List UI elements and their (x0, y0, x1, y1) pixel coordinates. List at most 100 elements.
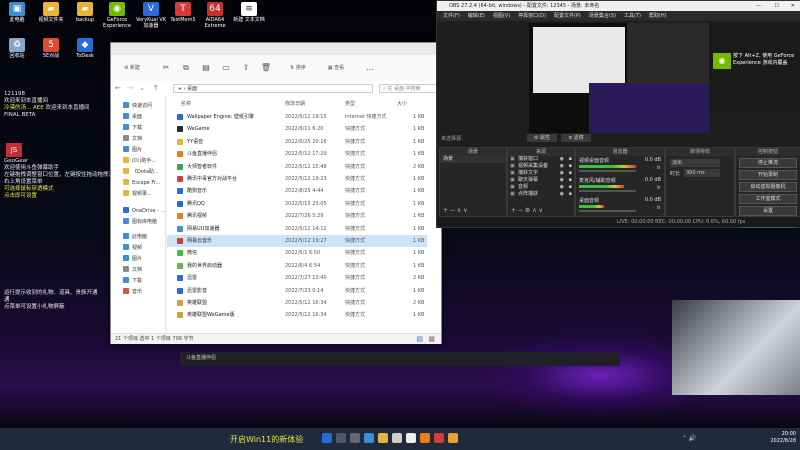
eye-icon[interactable]: ◉ (560, 156, 564, 163)
column-header-date[interactable]: 修改日期 (285, 99, 305, 109)
delete-icon[interactable]: 🗑 (257, 62, 275, 74)
up-icon[interactable]: ∧ (457, 207, 461, 214)
nav-item[interactable]: Escape Fr... (111, 178, 165, 189)
source-item[interactable]: ▣ 聊天弹幕 ◉ ▪ (508, 177, 574, 184)
nav-item[interactable]: 视频录... (111, 189, 165, 200)
nav-item[interactable]: 图标库电脑 (111, 217, 165, 228)
desktop-icon[interactable]: ▰ backup (68, 2, 102, 23)
store-icon[interactable] (392, 433, 402, 443)
down-icon[interactable]: ∨ (463, 207, 467, 214)
task-view-icon[interactable] (350, 433, 360, 443)
more-icon[interactable]: … (361, 62, 379, 74)
desktop-icon[interactable]: T TestMem5 (166, 2, 200, 23)
lock-icon[interactable]: ▪ (569, 177, 572, 184)
paste-icon[interactable]: ▤ (197, 62, 215, 74)
back-arrow-icon[interactable]: ← (115, 84, 121, 92)
desktop-icon[interactable]: V VeryKuai VK加速器 (134, 2, 168, 29)
sort-button[interactable]: ⇅ 排序 (283, 62, 313, 74)
rename-icon[interactable]: ▭ (217, 62, 235, 74)
file-row[interactable]: WeGame 2022/6/11 6:20 快捷方式 1 KB (167, 123, 427, 135)
desktop-icon[interactable]: 64 AIDA64 Extreme (198, 2, 232, 29)
search-input[interactable]: ⌕ 在 桌面 中搜索 (379, 84, 437, 93)
cut-icon[interactable]: ✂ (157, 62, 175, 74)
file-row[interactable]: 网易云音乐 2022/5/12 19:27 快捷方式 1 KB (167, 235, 427, 247)
plus-icon[interactable]: + (511, 207, 516, 214)
lock-icon[interactable]: ▪ (569, 170, 572, 177)
share-icon[interactable]: ⇪ (237, 62, 255, 74)
volume-slider[interactable] (579, 210, 637, 212)
up-icon[interactable]: ∧ (532, 207, 536, 214)
minus-icon[interactable]: − (518, 207, 523, 214)
copy-icon[interactable]: ⧉ (177, 62, 195, 74)
volume-slider[interactable] (579, 190, 637, 192)
obs-icon[interactable] (406, 433, 416, 443)
duration-input[interactable]: 300 ms (684, 169, 720, 177)
obs-menu-item[interactable]: 配置文件(P) (554, 13, 581, 19)
gear-icon[interactable]: ⚙ (657, 185, 661, 191)
lock-icon[interactable]: ▪ (569, 156, 572, 163)
gear-icon[interactable]: ⚙ (657, 205, 661, 211)
filters-button[interactable]: ⧖ 滤镜 (561, 134, 591, 142)
lock-icon[interactable]: ▪ (569, 163, 572, 170)
obs-menu-item[interactable]: 帮助(H) (649, 13, 667, 19)
lock-icon[interactable]: ▪ (569, 191, 572, 198)
obs-menu-item[interactable]: 工具(T) (624, 13, 641, 19)
control-button[interactable]: 工作室模式 (739, 194, 797, 204)
obs-menu-item[interactable]: 文件(F) (443, 13, 460, 19)
address-bar[interactable]: ▰ › 桌面 (173, 84, 373, 93)
eye-icon[interactable]: ◉ (560, 163, 564, 170)
source-item[interactable]: ▣ 视频采集设备 ◉ ▪ (508, 163, 574, 170)
file-row[interactable]: 迅雷 2022/7/27 13:40 快捷方式 2 KB (167, 272, 427, 284)
forward-arrow-icon[interactable]: → (127, 84, 133, 92)
control-button[interactable]: 开始录制 (739, 170, 797, 180)
gear-icon[interactable]: ⚙ (525, 207, 530, 214)
file-row[interactable]: YY语音 2022/6/25 20:16 快捷方式 1 KB (167, 136, 427, 148)
eye-icon[interactable]: ◉ (560, 170, 564, 177)
app-icon[interactable] (434, 433, 444, 443)
file-row[interactable]: 大师智者软件 2022/5/12 15:48 快捷方式 2 KB (167, 161, 427, 173)
obs-preview[interactable] (529, 23, 709, 133)
nav-item[interactable]: 图片 (111, 254, 165, 265)
plus-icon[interactable]: + (443, 207, 448, 214)
eye-icon[interactable]: ◉ (560, 177, 564, 184)
search-icon[interactable] (336, 433, 346, 443)
obs-menu-item[interactable]: 视图(V) (493, 13, 510, 19)
douyu-icon[interactable] (420, 433, 430, 443)
source-item[interactable]: ▣ 捕获文字 ◉ ▪ (508, 170, 574, 177)
file-row[interactable]: 英雄联盟 2022/5/12 16:34 快捷方式 2 KB (167, 297, 427, 309)
column-header-size[interactable]: 大小 (397, 99, 407, 109)
nav-item[interactable]: 音乐 (111, 287, 165, 298)
tiles-view-icon[interactable]: ▦ (428, 334, 435, 344)
details-view-icon[interactable]: ▤ (416, 334, 423, 344)
properties-button[interactable]: ⚙ 属性 (527, 134, 557, 142)
column-header-type[interactable]: 类型 (345, 99, 355, 109)
new-button[interactable]: ⊕ 新建 (117, 62, 147, 74)
tray-icons[interactable]: ⌃ 🔊 (682, 435, 696, 442)
clock[interactable]: 20:00 2022/8/28 (752, 431, 796, 445)
control-button[interactable]: 设置 (739, 206, 797, 216)
volume-slider[interactable] (579, 170, 637, 172)
desktop-icon[interactable]: ≡ 新建 文本文档 (232, 2, 266, 23)
obs-menu-item[interactable]: 编辑(E) (468, 13, 485, 19)
file-row[interactable]: 腾讯QQ 2022/5/13 23:05 快捷方式 1 KB (167, 198, 427, 210)
obs-menu-item[interactable]: 场景集合(S) (589, 13, 616, 19)
minus-icon[interactable]: − (450, 207, 455, 214)
file-row[interactable]: 腾讯中毒官方对战平台 2022/5/12 19:23 快捷方式 1 KB (167, 173, 427, 185)
file-row[interactable]: 微信 2022/6/1 6:50 快捷方式 1 KB (167, 247, 427, 259)
file-explorer-icon[interactable] (378, 433, 388, 443)
desktop-icon[interactable]: ◆ ToDesk (68, 38, 102, 59)
app2-icon[interactable] (448, 433, 458, 443)
nav-item[interactable]: 快速访问 (111, 101, 165, 112)
control-button[interactable]: 启动虚拟摄像机 (739, 182, 797, 192)
geogear-icon[interactable]: JS (6, 143, 22, 157)
explorer-titlebar[interactable] (111, 43, 441, 55)
nav-item[interactable]: 文档 (111, 134, 165, 145)
desktop-icon[interactable]: ▣ 此电脑 (0, 2, 34, 23)
edge-icon[interactable] (364, 433, 374, 443)
eye-icon[interactable]: ◉ (560, 191, 564, 198)
column-header-name[interactable]: 名称 (181, 99, 191, 109)
obs-titlebar[interactable]: OBS 27.2.4 (64-bit, windows) - 配置文件: 123… (437, 1, 800, 11)
close-icon[interactable]: ✕ (791, 1, 795, 11)
nav-item[interactable]: 视频 (111, 243, 165, 254)
nav-item[interactable]: 图片 (111, 145, 165, 156)
